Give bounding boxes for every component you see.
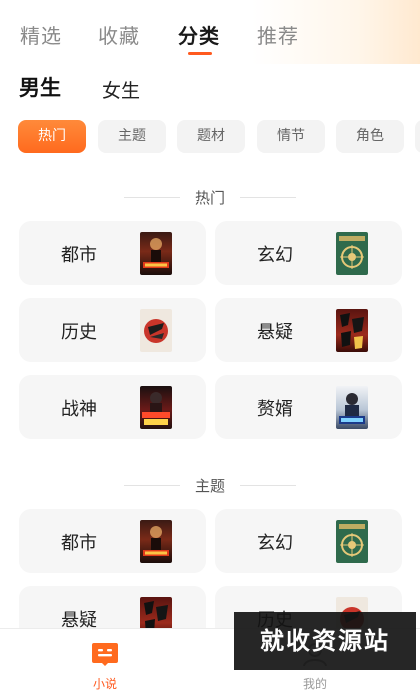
section-divider bbox=[240, 197, 296, 198]
bottom-nav-novel[interactable]: 小说 bbox=[60, 629, 150, 700]
category-label: 悬疑 bbox=[257, 322, 293, 343]
bottom-nav-label: 我的 bbox=[303, 677, 328, 691]
book-cover-art bbox=[340, 313, 364, 349]
book-cover-image bbox=[140, 520, 172, 563]
book-cover-image bbox=[336, 520, 368, 563]
chip-hot[interactable]: 热门 bbox=[18, 120, 86, 153]
filter-chip-row: 热门 主题 题材 情节 角色 bbox=[0, 118, 420, 158]
book-cover-art bbox=[144, 319, 168, 343]
chip-plot[interactable]: 情节 bbox=[257, 120, 325, 153]
gender-tab-male[interactable]: 男生 bbox=[19, 72, 61, 102]
book-cover-image bbox=[140, 309, 172, 352]
book-cover-art bbox=[339, 393, 365, 424]
tab-recommended[interactable]: 推荐 bbox=[257, 20, 299, 49]
section-divider bbox=[240, 485, 296, 486]
chip-role[interactable]: 角色 bbox=[336, 120, 404, 153]
top-tab-bar: 精选 收藏 分类 推荐 bbox=[0, 0, 420, 64]
book-cover-art bbox=[339, 524, 365, 557]
tab-featured[interactable]: 精选 bbox=[20, 20, 62, 49]
category-card-xuanhuan[interactable]: 玄幻 bbox=[215, 221, 402, 285]
tab-favorites[interactable]: 收藏 bbox=[98, 20, 140, 49]
category-card-zhanshen[interactable]: 战神 bbox=[19, 375, 206, 439]
section-title-hot: 热门 bbox=[194, 189, 225, 207]
category-label: 玄幻 bbox=[257, 533, 293, 554]
category-card-zhuixu[interactable]: 赘婿 bbox=[215, 375, 402, 439]
category-label: 赘婿 bbox=[257, 399, 293, 420]
book-cover-art bbox=[142, 392, 170, 425]
category-label: 都市 bbox=[61, 533, 97, 554]
category-label: 都市 bbox=[61, 245, 97, 266]
book-cover-image bbox=[140, 386, 172, 429]
book-cover-image bbox=[140, 232, 172, 275]
book-icon bbox=[92, 643, 118, 666]
category-card-xuanhuan[interactable]: 玄幻 bbox=[215, 509, 402, 573]
tab-categories[interactable]: 分类 bbox=[178, 20, 220, 49]
book-cover-image bbox=[336, 386, 368, 429]
gender-tab-female[interactable]: 女生 bbox=[102, 76, 140, 103]
chip-more[interactable] bbox=[415, 120, 420, 153]
watermark-overlay: 就收资源站 bbox=[234, 612, 416, 670]
category-card-xuanyi[interactable]: 悬疑 bbox=[215, 298, 402, 362]
category-card-dushi[interactable]: 都市 bbox=[19, 509, 206, 573]
bottom-nav-label: 小说 bbox=[93, 677, 118, 691]
category-card-lishi[interactable]: 历史 bbox=[19, 298, 206, 362]
book-cover-art bbox=[339, 236, 365, 269]
book-cover-image bbox=[336, 232, 368, 275]
category-label: 历史 bbox=[61, 322, 97, 343]
book-cover-art bbox=[143, 526, 169, 556]
category-label: 战神 bbox=[61, 399, 97, 420]
active-tab-indicator bbox=[188, 52, 212, 55]
book-cover-art bbox=[143, 238, 169, 268]
chip-genre[interactable]: 题材 bbox=[177, 120, 245, 153]
chip-theme[interactable]: 主题 bbox=[98, 120, 166, 153]
category-card-dushi[interactable]: 都市 bbox=[19, 221, 206, 285]
section-title-theme: 主题 bbox=[194, 477, 225, 495]
category-label: 玄幻 bbox=[257, 245, 293, 266]
book-cover-image bbox=[336, 309, 368, 352]
